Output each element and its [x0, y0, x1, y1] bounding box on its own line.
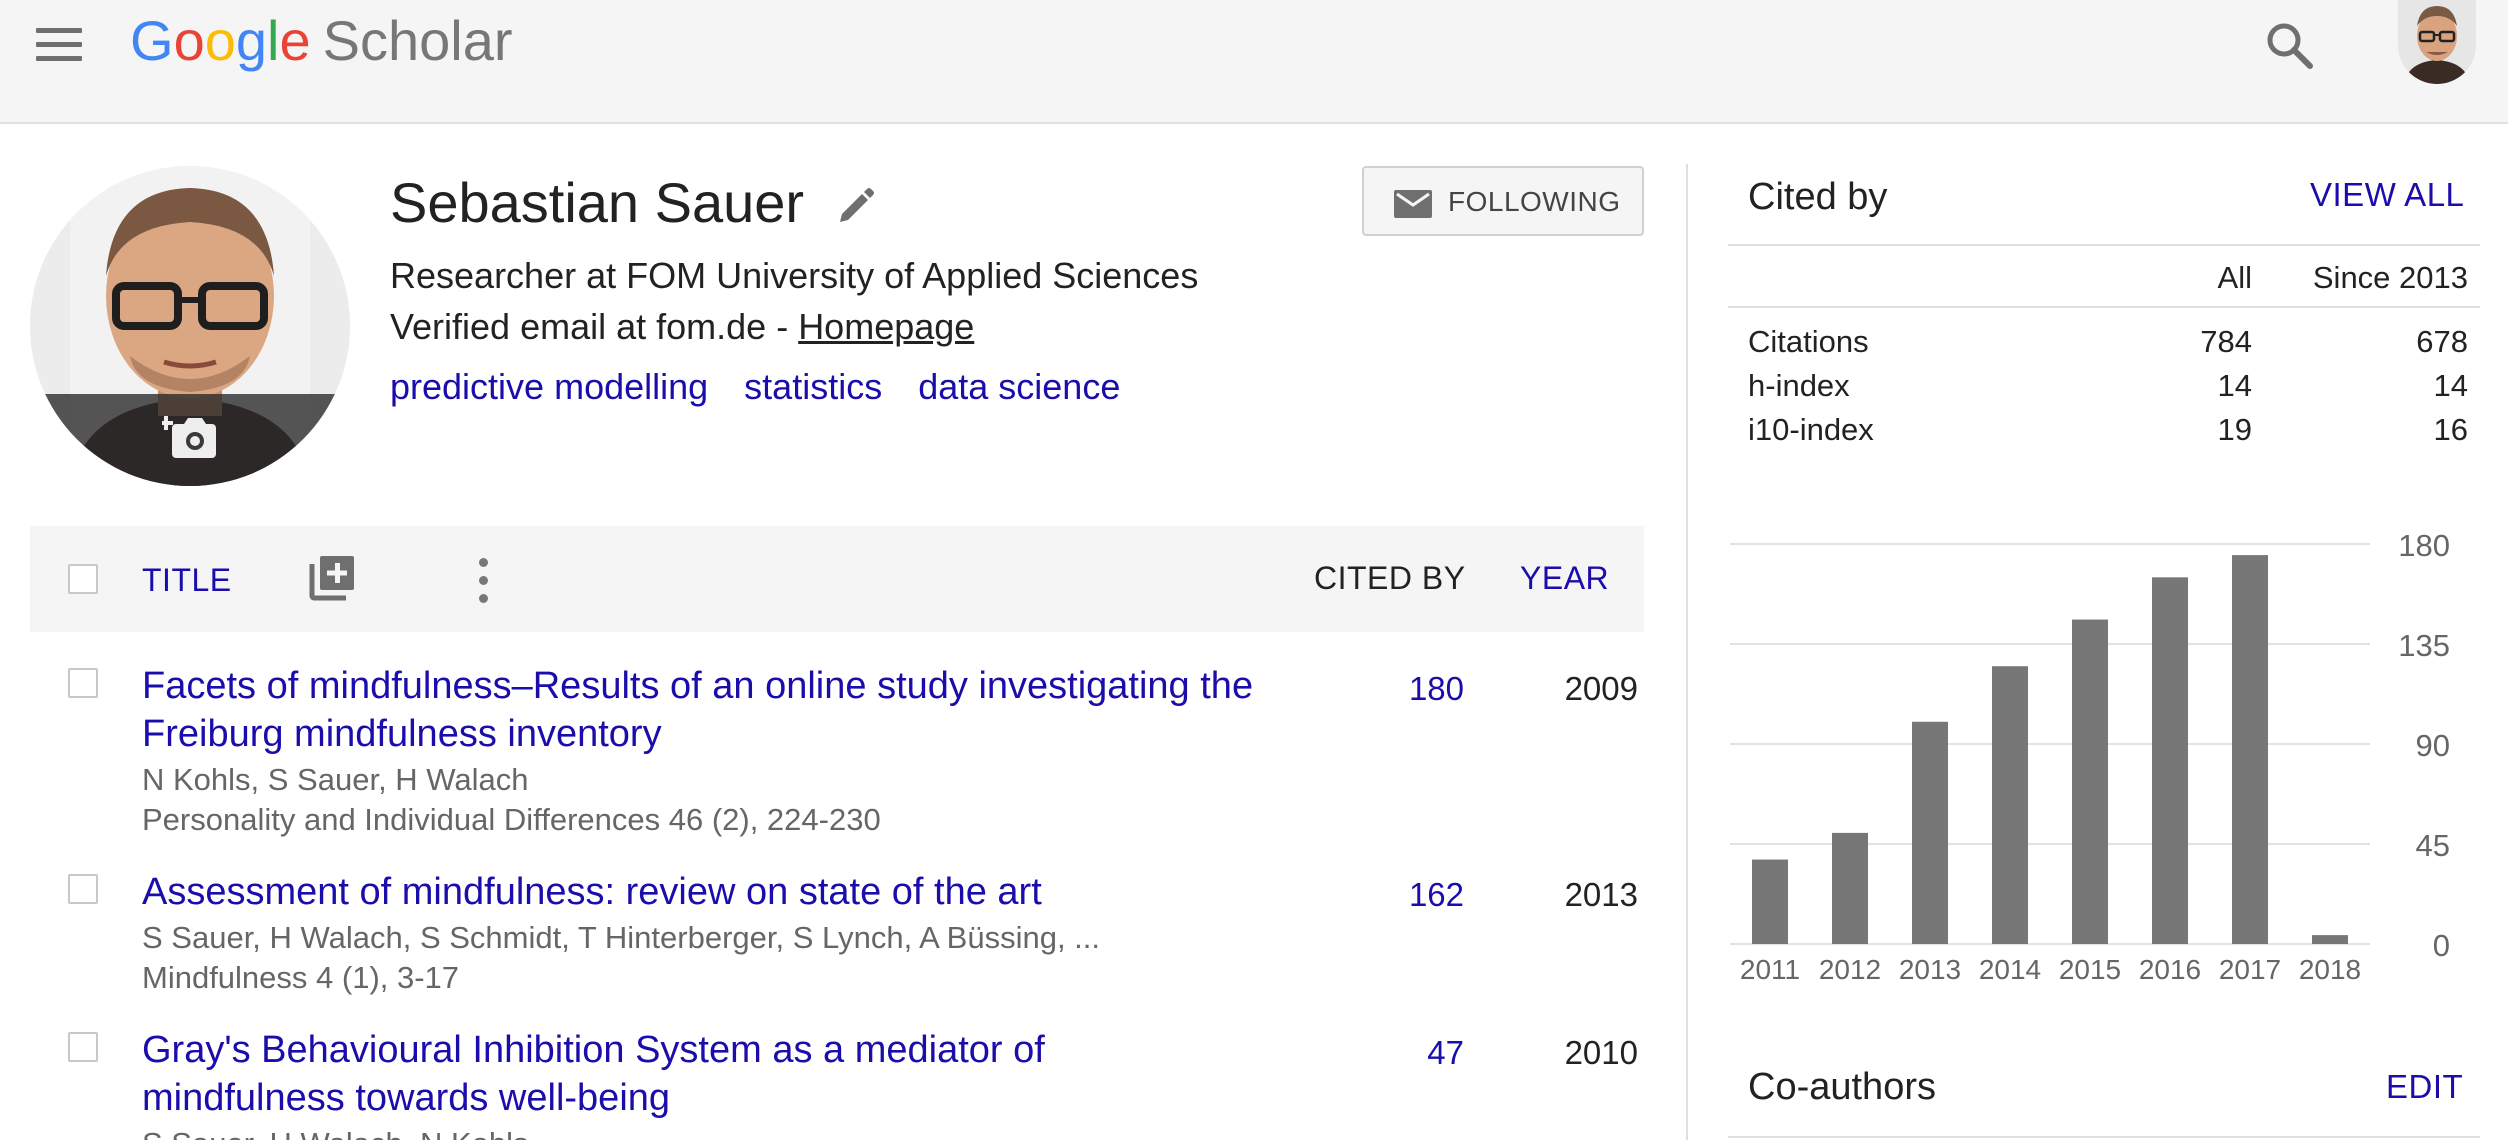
table-divider: [1728, 306, 2480, 308]
publication-checkbox[interactable]: [68, 1032, 98, 1062]
add-photo-camera-icon[interactable]: [159, 410, 218, 467]
stat-value-since: 14: [2433, 368, 2468, 403]
verified-email-text: Verified email at fom.de -: [390, 306, 799, 347]
co-authors-divider: [1728, 1136, 2480, 1138]
stat-label-i10-index: i10-index: [1748, 412, 1874, 447]
chart-y-tick-label: 90: [2416, 728, 2450, 763]
edit-pencil-icon[interactable]: [834, 184, 878, 228]
chart-y-tick-label: 45: [2416, 828, 2450, 863]
add-article-icon[interactable]: [308, 554, 356, 607]
view-all-link[interactable]: VIEW ALL: [2310, 176, 2464, 214]
publication-venue: Personality and Individual Differences 4…: [142, 802, 881, 837]
column-header-since: Since 2013: [2312, 260, 2468, 295]
stat-value-all: 14: [2217, 368, 2252, 403]
publication-venue: Mindfulness 4 (1), 3-17: [142, 960, 460, 995]
sort-by-title-button[interactable]: TITLE: [142, 562, 232, 599]
co-authors-title: Co-authors: [1748, 1066, 1936, 1108]
chart-y-tick-label: 180: [2398, 528, 2450, 563]
publication-authors: S Sauer, H Walach, S Schmidt, T Hinterbe…: [142, 920, 1101, 955]
cited-by-column-header[interactable]: CITED BY: [1314, 560, 1466, 597]
publication-authors: S Sauer, H Walach, N Kohls: [142, 1126, 529, 1140]
account-avatar[interactable]: [2398, 0, 2476, 84]
chart-x-tick-label: 2013: [1899, 954, 1961, 985]
stat-label-citations: Citations: [1748, 324, 1869, 359]
profile-photo: [30, 166, 350, 486]
column-divider: [1686, 164, 1688, 1140]
chart-bar-2016[interactable]: [2152, 577, 2188, 944]
table-divider: [1728, 244, 2480, 246]
envelope-icon: [1394, 190, 1432, 218]
chart-x-tick-label: 2016: [2139, 954, 2201, 985]
homepage-link[interactable]: Homepage: [798, 306, 974, 347]
publication-cited-by-link[interactable]: 162: [1280, 876, 1464, 914]
more-options-icon[interactable]: [468, 556, 498, 606]
interest-link-predictive-modelling[interactable]: predictive modelling: [390, 366, 708, 407]
search-icon[interactable]: [2260, 16, 2320, 76]
publications-list-header: TITLE CITED BY YEAR: [30, 526, 1644, 632]
interest-link-statistics[interactable]: statistics: [744, 366, 882, 407]
google-scholar-logo[interactable]: Google Scholar: [130, 8, 513, 73]
chart-bar-2012[interactable]: [1832, 832, 1868, 944]
sort-by-year-button[interactable]: YEAR: [1520, 560, 1609, 597]
profile-affiliation: Researcher at FOM University of Applied …: [390, 255, 1199, 296]
publication-cited-by-link[interactable]: 47: [1280, 1034, 1464, 1072]
logo-product-name: Scholar: [322, 9, 513, 72]
top-app-bar: Google Scholar: [0, 0, 2508, 124]
change-photo-bar[interactable]: [30, 394, 350, 486]
stat-value-all: 19: [2217, 412, 2252, 447]
stat-label-h-index: h-index: [1748, 368, 1850, 403]
hamburger-menu-icon[interactable]: [30, 22, 86, 66]
publication-title-link[interactable]: Facets of mindfulness–Results of an onli…: [142, 662, 1292, 758]
chart-x-tick-label: 2017: [2219, 954, 2281, 985]
chart-y-tick-label: 135: [2398, 628, 2450, 663]
publication-year: 2010: [1564, 1034, 1638, 1071]
citations-per-year-chart: 0 45 90 135 180 2011 2012 2013 2014 2015 2016 2017 2…: [1730, 528, 2450, 985]
chart-bar-2017[interactable]: [2232, 555, 2268, 944]
following-button[interactable]: FOLLOWING: [1362, 166, 1644, 236]
cited-by-title: Cited by: [1748, 176, 1888, 218]
publication-row: Facets of mindfulness–Results of an onli…: [30, 662, 1644, 842]
publication-year: 2009: [1564, 670, 1638, 707]
chart-bar-2011[interactable]: [1752, 859, 1788, 944]
chart-x-tick-label: 2018: [2299, 954, 2361, 985]
publication-authors: N Kohls, S Sauer, H Walach: [142, 762, 529, 797]
publication-checkbox[interactable]: [68, 874, 98, 904]
research-interests: predictive modelling statistics data scien…: [390, 366, 1156, 408]
profile-name: Sebastian Sauer: [390, 171, 805, 234]
interest-link-data-science[interactable]: data science: [918, 366, 1120, 407]
publication-row: Gray's Behavioural Inhibition System as …: [30, 1026, 1644, 1140]
profile-email-line: Verified email at fom.de - Homepage: [390, 306, 974, 348]
chart-bar-2015[interactable]: [2072, 619, 2108, 944]
chart-bar-2018[interactable]: [2312, 935, 2348, 944]
publication-title-link[interactable]: Gray's Behavioural Inhibition System as …: [142, 1026, 1242, 1122]
co-authors-edit-link[interactable]: EDIT: [2386, 1068, 2463, 1106]
publication-checkbox[interactable]: [68, 668, 98, 698]
chart-x-tick-label: 2011: [1740, 954, 1800, 985]
stat-value-all: 784: [2200, 324, 2252, 359]
chart-bar-2014[interactable]: [1992, 666, 2028, 944]
publication-year: 2013: [1564, 876, 1638, 913]
stat-value-since: 16: [2433, 412, 2468, 447]
publication-title-link[interactable]: Assessment of mindfulness: review on sta…: [142, 868, 1292, 916]
publication-cited-by-link[interactable]: 180: [1280, 670, 1464, 708]
stat-value-since: 678: [2416, 324, 2468, 359]
logo-google-wordmark: Google: [130, 9, 311, 72]
following-label: FOLLOWING: [1448, 186, 1621, 217]
publication-row: Assessment of mindfulness: review on sta…: [30, 868, 1644, 998]
select-all-checkbox[interactable]: [68, 564, 98, 594]
chart-bar-2013[interactable]: [1912, 721, 1948, 944]
column-header-all: All: [2217, 260, 2252, 295]
chart-x-tick-label: 2014: [1979, 954, 2041, 985]
chart-x-tick-label: 2015: [2059, 954, 2121, 985]
chart-x-tick-label: 2012: [1819, 954, 1881, 985]
chart-y-tick-label: 0: [2433, 928, 2450, 963]
